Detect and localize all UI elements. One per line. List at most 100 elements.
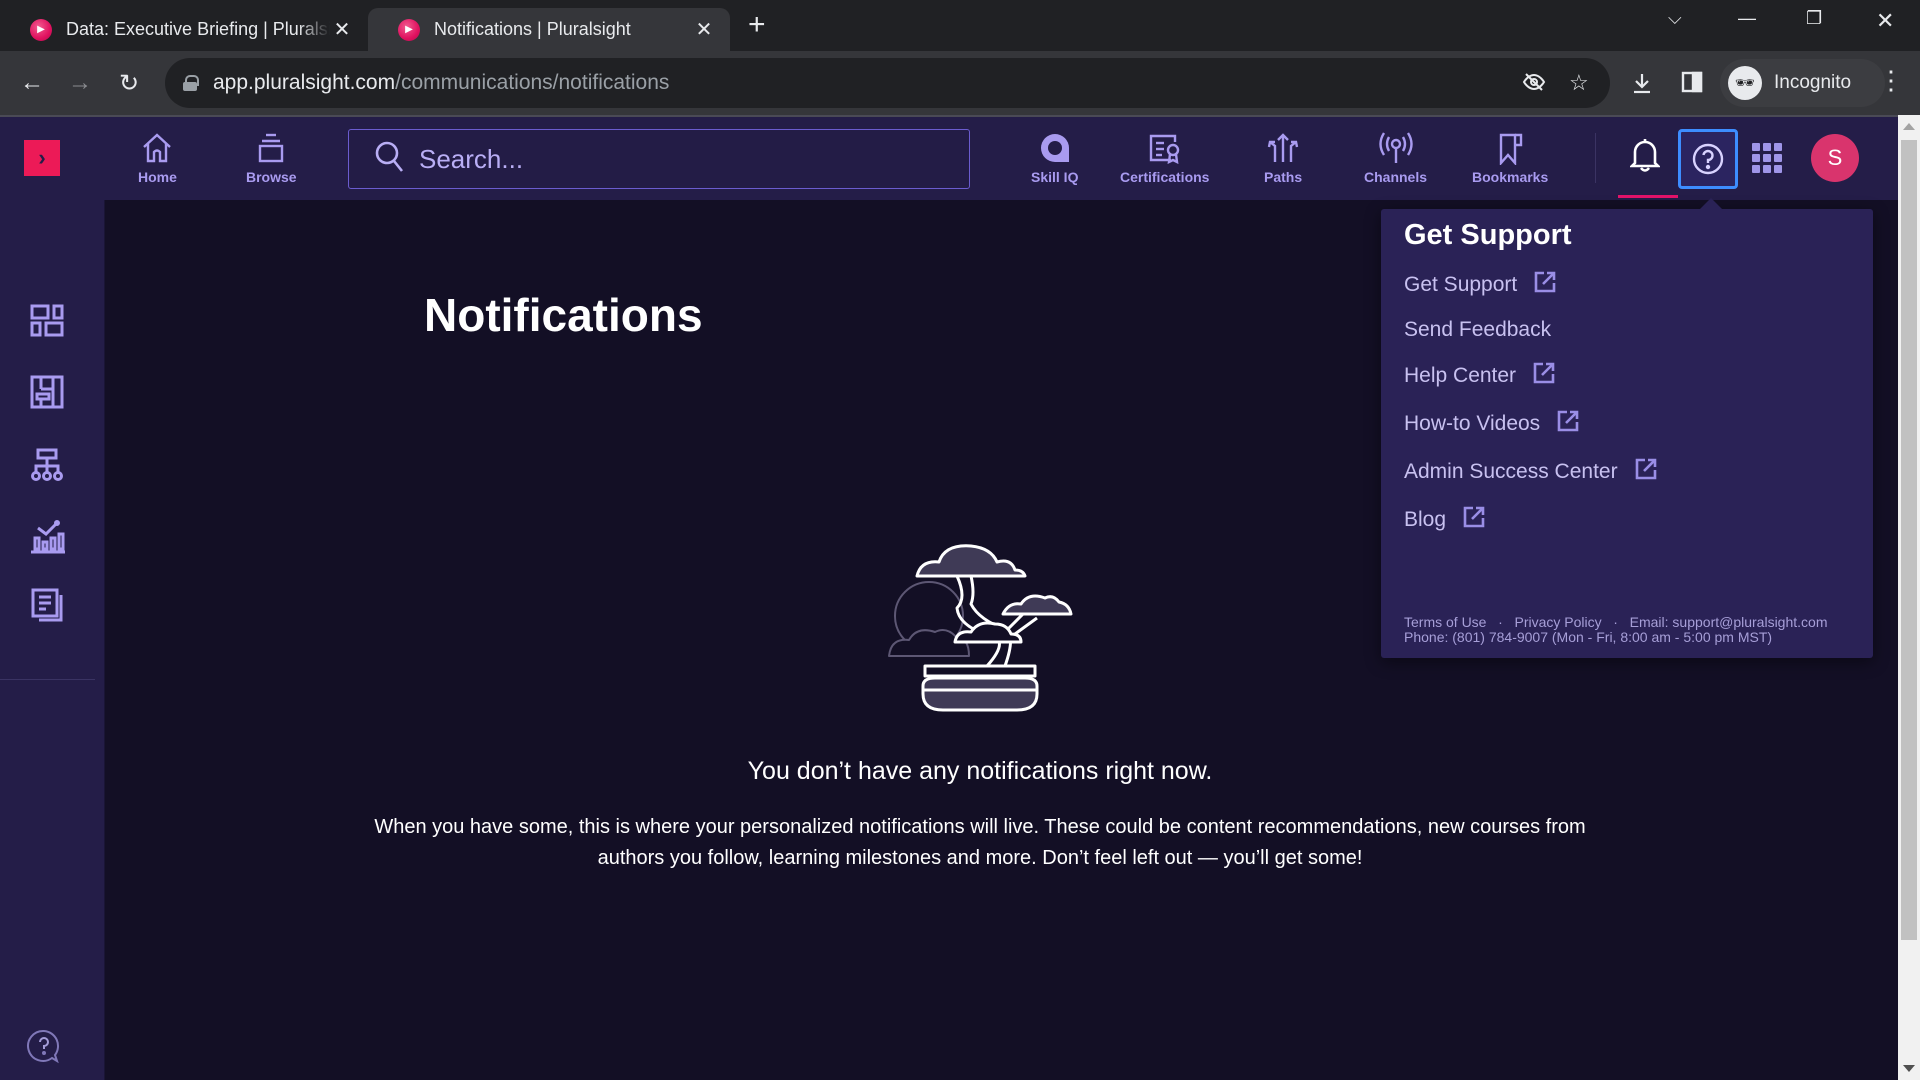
- downloads-icon[interactable]: [1630, 71, 1654, 101]
- incognito-label: Incognito: [1774, 72, 1852, 93]
- pluralsight-logo[interactable]: ›: [24, 140, 60, 176]
- app-header: › Home Browse Skill IQ Certifications: [0, 115, 1898, 200]
- back-arrow-icon[interactable]: ←: [14, 65, 50, 101]
- nav-certifications-label: Certifications: [1120, 169, 1210, 185]
- browser-tab-executive-briefing[interactable]: ▶ Data: Executive Briefing | Pluralsight…: [0, 8, 368, 51]
- external-link-icon: [1533, 270, 1557, 300]
- menu-item-get-support[interactable]: Get Support: [1404, 270, 1557, 300]
- menu-item-help-center[interactable]: Help Center: [1404, 361, 1556, 391]
- channels-icon: [1376, 131, 1416, 165]
- certifications-icon: [1147, 131, 1183, 165]
- analytics-icon[interactable]: [30, 518, 65, 554]
- skill-iq-icon: [1039, 131, 1071, 165]
- help-button[interactable]: [1678, 129, 1738, 189]
- menu-item-label: Admin Success Center: [1404, 460, 1618, 483]
- separator-dot: ·: [1490, 614, 1511, 630]
- terms-of-use-link[interactable]: Terms of Use: [1404, 614, 1486, 630]
- help-chat-icon[interactable]: [26, 1028, 62, 1069]
- apps-grid-icon[interactable]: [1752, 143, 1782, 173]
- reload-icon[interactable]: ↻: [111, 65, 147, 101]
- bonsai-illustration: [887, 538, 1077, 723]
- support-phone: Phone: (801) 784-9007 (Mon - Fri, 8:00 a…: [1404, 629, 1773, 645]
- logo-chevron-icon: ›: [38, 145, 46, 170]
- close-window-icon[interactable]: ✕: [1876, 8, 1894, 34]
- tab-search-chevron-icon[interactable]: ⌵: [1668, 8, 1682, 29]
- reports-icon[interactable]: [30, 588, 64, 622]
- empty-state-title: You don’t have any notifications right n…: [747, 757, 1213, 785]
- empty-state-description: When you have some, this is where your p…: [374, 816, 1586, 869]
- header-divider: [1595, 133, 1596, 183]
- nav-home-label: Home: [138, 169, 177, 185]
- active-tab-indicator: [1618, 195, 1678, 198]
- menu-item-send-feedback[interactable]: Send Feedback: [1404, 318, 1551, 342]
- notifications-bell-icon[interactable]: [1628, 137, 1662, 178]
- scrollbar-thumb[interactable]: [1901, 140, 1917, 940]
- tracking-protection-eye-off-icon[interactable]: [1522, 70, 1546, 100]
- nav-browse-label: Browse: [246, 169, 297, 185]
- menu-item-label: Blog: [1404, 508, 1447, 531]
- page-scrollbar[interactable]: [1898, 115, 1920, 1080]
- menu-item-label: Get Support: [1404, 273, 1518, 296]
- incognito-profile-button[interactable]: 🕶 Incognito: [1720, 59, 1885, 107]
- support-menu-heading: Get Support: [1404, 219, 1572, 251]
- lock-icon: [183, 75, 199, 91]
- user-avatar[interactable]: S: [1811, 134, 1859, 182]
- tab-title: Data: Executive Briefing | Pluralsight: [66, 19, 330, 39]
- address-bar[interactable]: app.pluralsight.com/communications/notif…: [165, 58, 1610, 108]
- incognito-icon: 🕶: [1728, 66, 1762, 100]
- menu-item-how-to-videos[interactable]: How-to Videos: [1404, 409, 1580, 439]
- nav-skill-iq-label: Skill IQ: [1031, 169, 1079, 185]
- menu-item-blog[interactable]: Blog: [1404, 505, 1486, 535]
- plans-icon[interactable]: [30, 375, 64, 409]
- forward-arrow-icon[interactable]: →: [62, 65, 98, 101]
- dashboard-icon[interactable]: [30, 303, 64, 337]
- support-footer: Terms of Use · Privacy Policy · Email: s…: [1404, 615, 1828, 645]
- get-support-menu: Get Support Get Support Send Feedback He…: [1381, 198, 1873, 658]
- separator-dot: ·: [1605, 614, 1626, 630]
- external-link-icon: [1556, 409, 1580, 439]
- browser-tab-bar: ▶ Data: Executive Briefing | Pluralsight…: [0, 0, 1920, 51]
- search-box[interactable]: [348, 129, 970, 189]
- left-sidebar: [0, 200, 105, 1080]
- scroll-up-arrow-icon[interactable]: [1903, 123, 1915, 130]
- scroll-down-arrow-icon[interactable]: [1903, 1065, 1915, 1072]
- nav-browse[interactable]: Browse: [246, 131, 297, 185]
- pluralsight-favicon-icon: ▶: [398, 18, 420, 41]
- nav-paths[interactable]: Paths: [1264, 131, 1302, 185]
- sidebar-divider: [0, 679, 95, 680]
- side-panel-icon[interactable]: [1681, 71, 1703, 99]
- external-link-icon: [1462, 505, 1486, 535]
- privacy-policy-link[interactable]: Privacy Policy: [1514, 614, 1601, 630]
- page-title: Notifications: [424, 289, 703, 341]
- url-text[interactable]: app.pluralsight.com/communications/notif…: [213, 71, 669, 95]
- nav-channels-label: Channels: [1364, 169, 1428, 185]
- nav-certifications[interactable]: Certifications: [1120, 131, 1209, 185]
- nav-bookmarks[interactable]: Bookmarks: [1472, 131, 1548, 185]
- paths-icon: [1265, 131, 1301, 165]
- tab-close-icon[interactable]: ✕: [330, 17, 354, 42]
- nav-channels[interactable]: Channels: [1364, 131, 1427, 185]
- pluralsight-favicon-icon: ▶: [30, 18, 52, 41]
- nav-home[interactable]: Home: [138, 131, 177, 185]
- search-input[interactable]: [419, 143, 959, 175]
- nav-skill-iq[interactable]: Skill IQ: [1031, 131, 1078, 185]
- nav-paths-label: Paths: [1264, 169, 1303, 185]
- tab-close-icon[interactable]: ✕: [692, 17, 716, 42]
- menu-item-admin-success-center[interactable]: Admin Success Center: [1404, 457, 1658, 487]
- menu-item-label: Help Center: [1404, 364, 1517, 387]
- nav-bookmarks-label: Bookmarks: [1472, 169, 1549, 185]
- new-tab-button[interactable]: +: [748, 10, 766, 40]
- menu-item-label: Send Feedback: [1404, 318, 1552, 341]
- search-icon: [375, 141, 405, 178]
- browser-menu-kebab-icon[interactable]: ⋮: [1878, 65, 1904, 96]
- menu-item-label: How-to Videos: [1404, 412, 1541, 435]
- org-chart-icon[interactable]: [30, 448, 64, 482]
- bookmark-star-icon[interactable]: ☆: [1569, 70, 1589, 96]
- restore-icon[interactable]: ❐: [1806, 8, 1822, 29]
- home-icon: [140, 131, 174, 165]
- external-link-icon: [1532, 361, 1556, 391]
- minimize-icon[interactable]: —: [1738, 8, 1756, 29]
- support-email-link[interactable]: Email: support@pluralsight.com: [1630, 614, 1828, 630]
- tab-title: Notifications | Pluralsight: [434, 19, 631, 39]
- browser-tab-notifications[interactable]: ▶ Notifications | Pluralsight ✕: [368, 8, 730, 51]
